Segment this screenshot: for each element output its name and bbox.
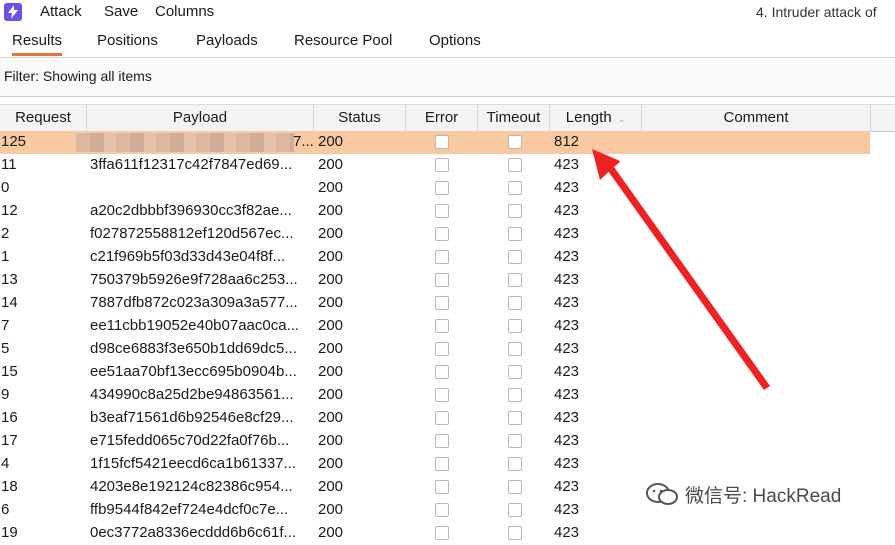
watermark: 微信号: HackRead: [645, 480, 841, 508]
wechat-icon: [646, 483, 678, 505]
watermark-text: 微信号: HackRead: [685, 485, 842, 507]
annotation-arrow-icon: [592, 149, 770, 390]
